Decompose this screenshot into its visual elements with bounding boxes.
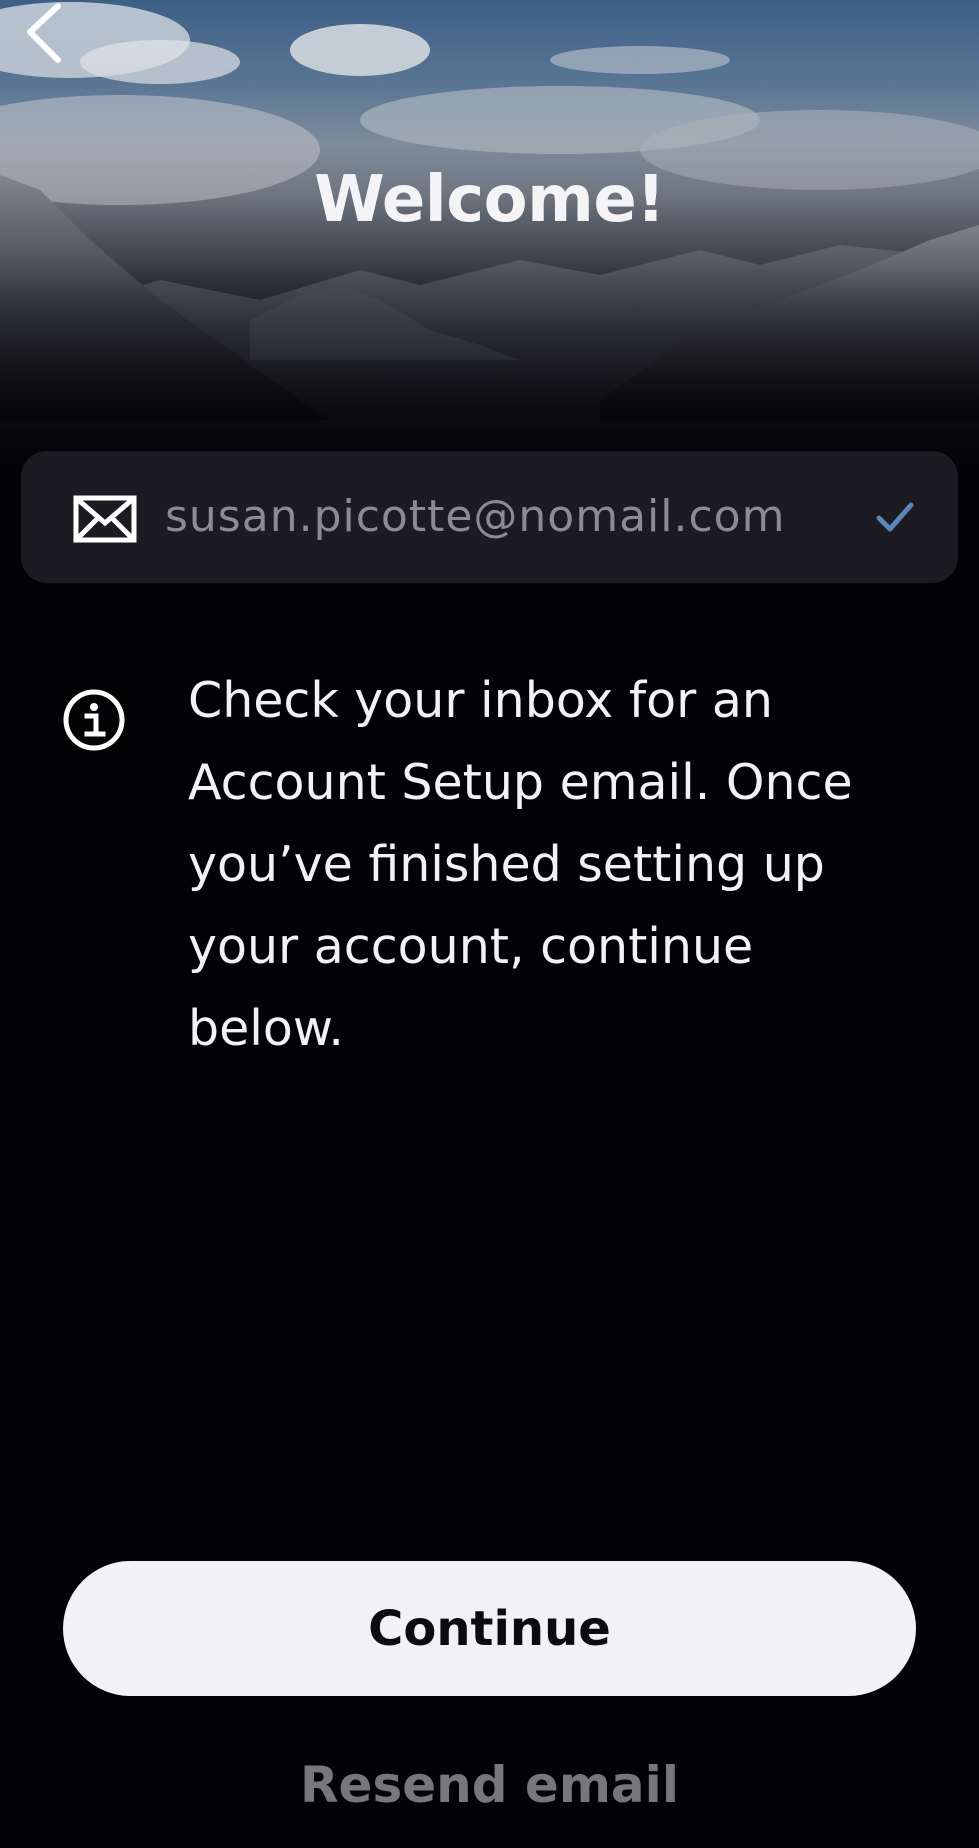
- check-icon: [876, 502, 914, 532]
- email-field[interactable]: susan.picotte@nomail.com: [21, 451, 958, 583]
- mountain-landscape-image: [0, 0, 979, 480]
- back-button[interactable]: [14, 0, 74, 68]
- mail-icon: [73, 495, 137, 543]
- info-text: Check your inbox for an Account Setup em…: [188, 672, 853, 1057]
- email-value: susan.picotte@nomail.com: [165, 491, 786, 542]
- continue-button[interactable]: Continue: [63, 1561, 916, 1696]
- chevron-left-icon: [27, 3, 61, 63]
- hero-background: [0, 0, 979, 480]
- page-title: Welcome!: [314, 163, 665, 237]
- resend-email-link[interactable]: Resend email: [0, 1752, 979, 1818]
- info-icon: [63, 689, 125, 751]
